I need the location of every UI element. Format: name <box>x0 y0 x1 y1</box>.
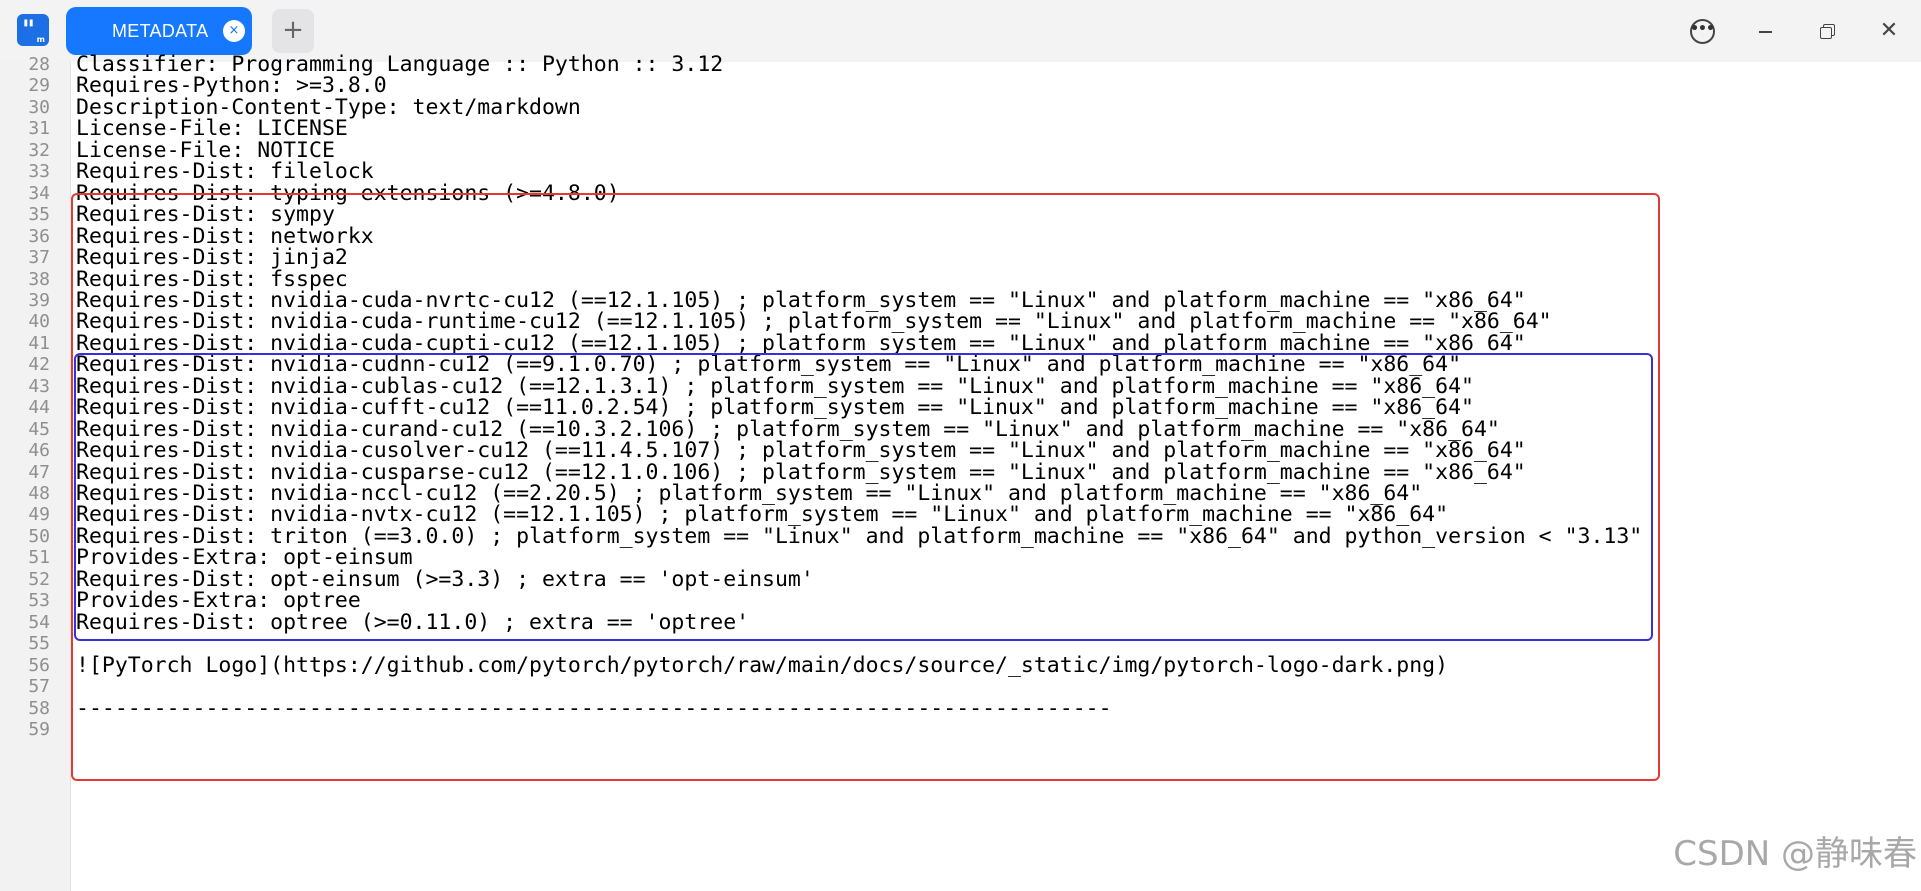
code-line[interactable]: ----------------------------------------… <box>76 696 1112 722</box>
line-number: 59 <box>28 719 50 740</box>
close-icon[interactable]: × <box>223 20 245 42</box>
code-line[interactable]: Requires-Dist: optree (>=0.11.0) ; extra… <box>76 610 749 636</box>
more-options-button[interactable]: ••• <box>1684 13 1720 49</box>
line-number-gutter: 28 29 30 31 32 33 34 35 36 37 38 39 40 41 42 43 44 45 46 47… <box>0 54 71 891</box>
minimize-button[interactable] <box>1747 13 1783 49</box>
tab-metadata[interactable]: METADATA × <box>66 7 252 55</box>
text-editor[interactable]: 28 29 30 31 32 33 34 35 36 37 38 39 40 41 42 43 44 45 46 47… <box>0 52 1921 891</box>
new-tab-button[interactable]: + <box>272 9 314 53</box>
close-window-button[interactable]: ✕ <box>1871 13 1907 49</box>
watermark: CSDN @静味春 <box>1673 834 1917 874</box>
dots-icon: ••• <box>1690 21 1715 37</box>
restore-button[interactable] <box>1810 13 1846 49</box>
minimize-icon <box>1759 31 1772 33</box>
tab-title: METADATA <box>112 21 209 41</box>
code-line[interactable]: ![PyTorch Logo](https://github.com/pytor… <box>76 653 1448 679</box>
app-logo-icon: " m <box>17 14 49 46</box>
